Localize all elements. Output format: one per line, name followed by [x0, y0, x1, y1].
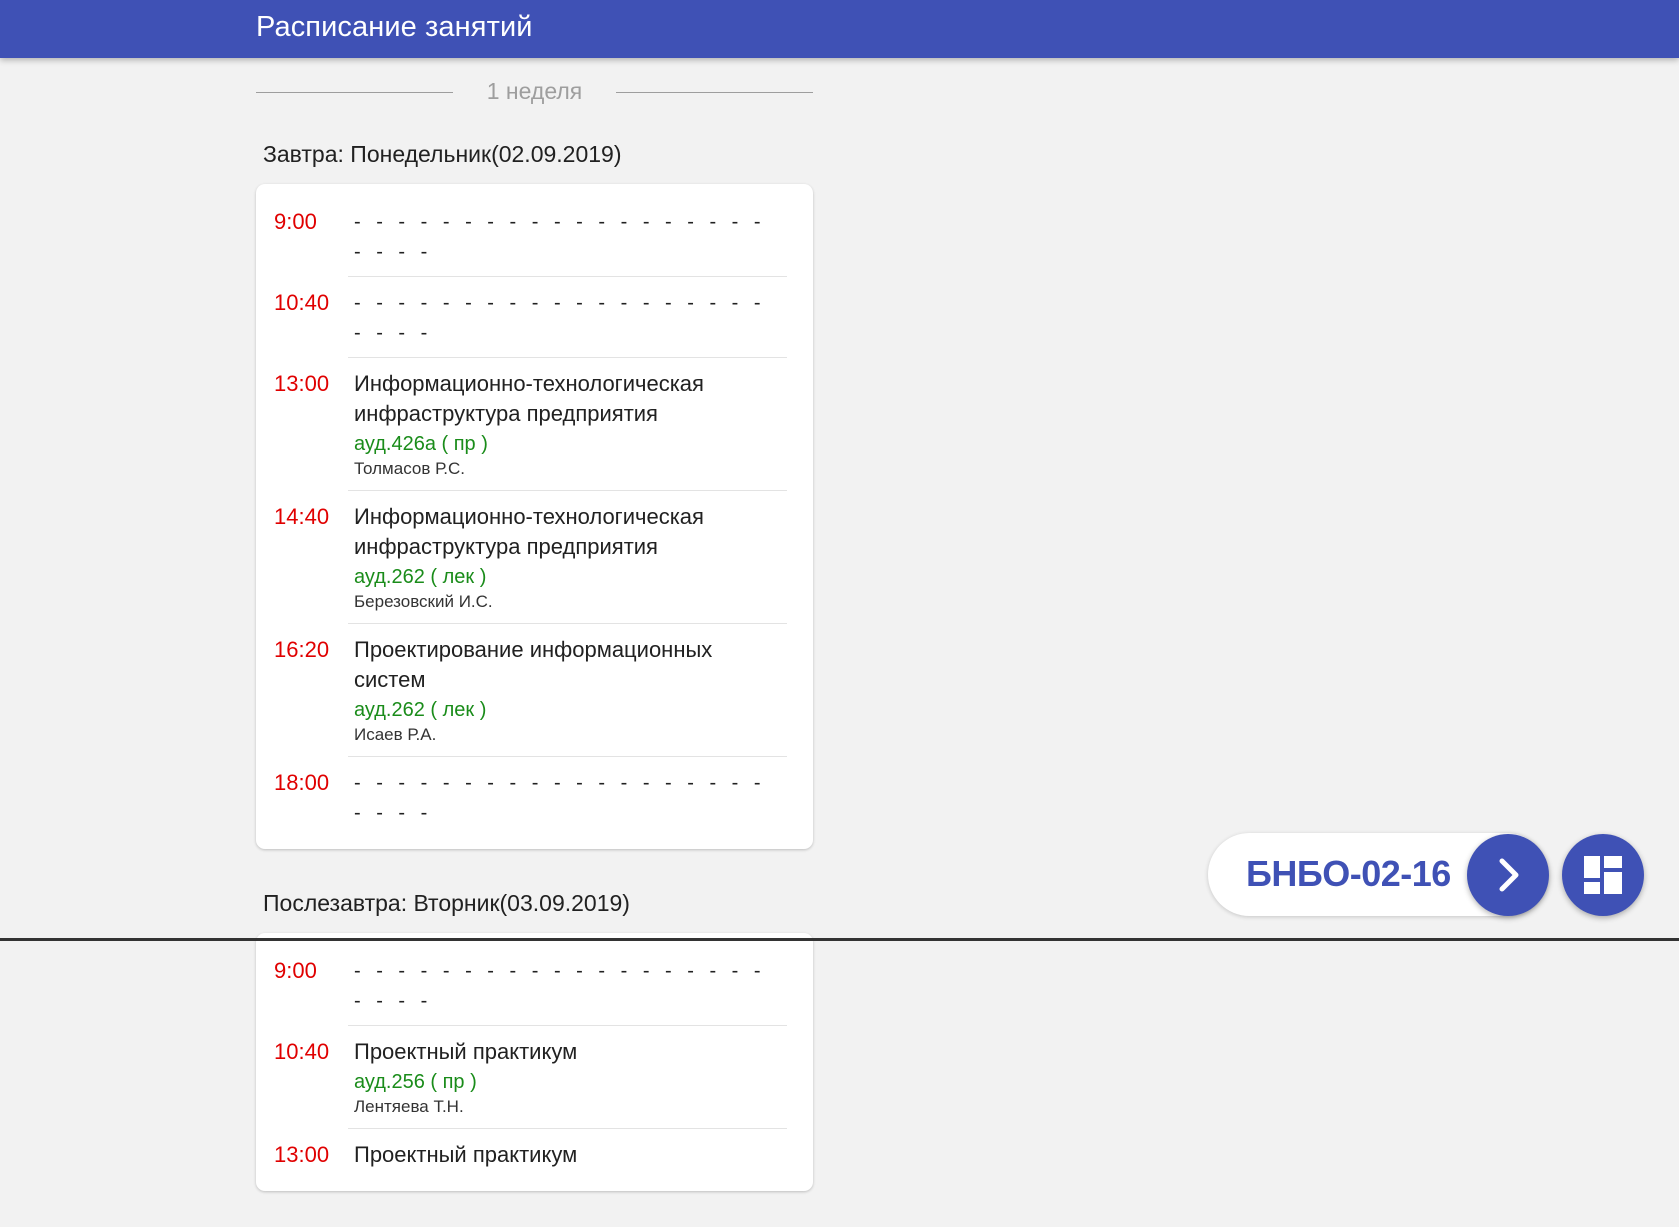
divider-line [616, 92, 813, 93]
lesson-subject: Информационно-технологическая инфраструк… [354, 371, 704, 426]
lesson-teacher: Березовский И.С. [354, 592, 493, 611]
lesson-subject: Проектный практикум [354, 1142, 578, 1167]
lesson-row[interactable]: 16:20 Проектирование информационных систе… [274, 624, 787, 757]
lesson-time: 10:40 [274, 1039, 330, 1064]
lesson-time: 10:40 [274, 290, 330, 315]
lesson-time: 13:00 [274, 371, 330, 396]
schedule-content: 1 неделя Завтра: Понедельник(02.09.2019)… [256, 58, 813, 1227]
lesson-row[interactable]: 9:00 - - - - - - - - - - - - - - - - - - … [274, 945, 787, 1026]
lesson-row[interactable]: 13:00 Информационно-технологическая инфра… [274, 358, 787, 491]
empty-slot: - - - - - - - - - - - - - - - - - - - - … [354, 211, 766, 263]
next-button[interactable] [1467, 834, 1549, 916]
lesson-time: 14:40 [274, 504, 330, 529]
app-bar: Расписание занятий [0, 0, 1679, 58]
lesson-subject: Информационно-технологическая инфраструк… [354, 504, 704, 559]
days-list: Завтра: Понедельник(02.09.2019) 9:00 - - -… [256, 136, 813, 1191]
day-title: Завтра: Понедельник(02.09.2019) [263, 141, 622, 167]
lesson-teacher: Толмасов Р.С. [354, 459, 465, 478]
lesson-room: ауд.426а ( пр ) [354, 433, 488, 455]
lesson-subject: Проектирование информационных систем [354, 637, 713, 692]
week-separator: 1 неделя [256, 58, 813, 134]
lesson-body: - - - - - - - - - - - - - - - - - - - - … [348, 757, 787, 837]
lesson-body: Информационно-технологическая инфраструк… [348, 491, 787, 624]
lesson-time: 18:00 [274, 770, 330, 795]
empty-slot: - - - - - - - - - - - - - - - - - - - - … [354, 960, 766, 1012]
lesson-row[interactable]: 9:00 - - - - - - - - - - - - - - - - - - … [274, 196, 787, 277]
dashboard-grid-icon [1584, 856, 1622, 894]
lesson-body: - - - - - - - - - - - - - - - - - - - - … [348, 277, 787, 358]
lesson-time: 13:00 [274, 1142, 330, 1167]
lesson-body: Проектный практикум [348, 1129, 787, 1179]
lesson-room: ауд.262 ( лек ) [354, 566, 487, 588]
lesson-room: ауд.262 ( лек ) [354, 699, 487, 721]
lesson-teacher: Исаев Р.А. [354, 725, 437, 744]
lesson-row[interactable]: 13:00 Проектный практикум [274, 1129, 787, 1179]
group-name[interactable]: БНБО-02-16 [1246, 853, 1451, 895]
lesson-teacher: Лентяева Т.Н. [354, 1097, 464, 1116]
lesson-room: ауд.256 ( пр ) [354, 1071, 477, 1093]
lesson-time: 9:00 [274, 209, 317, 234]
empty-slot: - - - - - - - - - - - - - - - - - - - - … [354, 772, 766, 824]
day-card: 9:00 - - - - - - - - - - - - - - - - - - … [256, 933, 813, 1191]
day-card: 9:00 - - - - - - - - - - - - - - - - - - … [256, 184, 813, 849]
lesson-time: 16:20 [274, 637, 330, 662]
lesson-row[interactable]: 10:40 Проектный практикум ауд.256 ( пр ) Ле… [274, 1026, 787, 1129]
day-title: Послезавтра: Вторник(03.09.2019) [263, 890, 630, 916]
lesson-body: - - - - - - - - - - - - - - - - - - - - … [348, 196, 787, 277]
app-title: Расписание занятий [256, 11, 533, 43]
lesson-body: Проектирование информационных систем ауд.… [348, 624, 787, 757]
lesson-body: Проектный практикум ауд.256 ( пр ) Лентяев… [348, 1026, 787, 1129]
lesson-body: Информационно-технологическая инфраструк… [348, 358, 787, 491]
lesson-row[interactable]: 14:40 Информационно-технологическая инфра… [274, 491, 787, 624]
lesson-body: - - - - - - - - - - - - - - - - - - - - … [348, 945, 787, 1026]
empty-slot: - - - - - - - - - - - - - - - - - - - - … [354, 292, 766, 344]
lesson-subject: Проектный практикум [354, 1039, 578, 1064]
dashboard-button[interactable] [1562, 834, 1644, 916]
lesson-row[interactable]: 18:00 - - - - - - - - - - - - - - - - - -… [274, 757, 787, 837]
lesson-time: 9:00 [274, 958, 317, 983]
chevron-right-icon [1499, 858, 1519, 892]
lesson-row[interactable]: 10:40 - - - - - - - - - - - - - - - - - -… [274, 277, 787, 358]
